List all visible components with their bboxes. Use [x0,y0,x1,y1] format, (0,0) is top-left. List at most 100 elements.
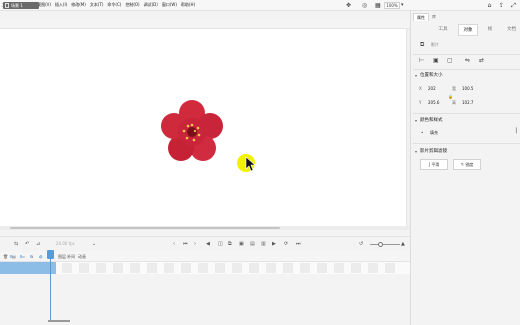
onion-icon[interactable]: ◫ [218,240,223,248]
menu-debug[interactable]: 调试(D) [142,2,160,8]
width-field[interactable]: 100.5 [462,86,473,91]
frame-cell[interactable] [164,263,174,273]
home-icon[interactable]: ⌂ [486,2,493,9]
section-color-style[interactable]: 颜色和样式 [420,117,443,123]
subtab-tools[interactable]: 工具 [433,24,453,36]
chevron-right-icon[interactable]: › [194,240,196,248]
frame-cell[interactable] [130,263,140,273]
menu-insert[interactable]: 插入(I) [53,2,69,8]
grid-icon[interactable]: ▦ [375,2,381,9]
undo-icon[interactable]: ↶ [25,240,29,248]
frame-cell[interactable] [147,263,157,273]
section-filters[interactable]: 影片剪辑滤镜 [420,148,447,154]
frame-cell[interactable] [96,263,106,273]
frame-rate[interactable]: 24.00 fps [56,240,75,248]
timeline-horizontal-scroll-thumb[interactable] [48,320,70,322]
share-icon[interactable]: ⇪ [498,2,505,9]
mountain-icon[interactable]: ▲ [401,240,405,248]
play-icon[interactable]: ▶ [272,240,276,248]
scene-selector[interactable]: 场景 1 [3,2,39,9]
step-back-icon[interactable]: ◀ [206,240,210,248]
swap-icon[interactable]: ⇄ [479,57,484,64]
x-field[interactable]: 202 [428,86,436,91]
flower-symbol[interactable] [161,100,223,161]
frame-cell[interactable] [351,263,361,273]
marker-icon[interactable]: ▥ [261,240,266,248]
timeline-zoom-slider[interactable] [370,244,400,245]
go-last-frame-icon[interactable]: ⏭ [296,240,301,248]
frame-cell[interactable] [232,263,242,273]
flip-icon[interactable]: ⇋ [465,57,470,64]
playhead-handle[interactable] [47,250,54,259]
camera-icon[interactable]: ▣ [239,240,244,248]
width-label: 宽 [452,86,456,91]
frame-cell[interactable] [181,263,191,273]
frame-cell[interactable] [385,263,395,273]
go-first-frame-icon[interactable]: ⏮ [183,240,188,248]
menu-modify[interactable]: 修改(M) [69,2,88,8]
onion-skin-icon[interactable]: ⇆ [14,240,18,248]
smooth-button[interactable]: ʃ 平滑 [420,159,448,170]
lock-icon[interactable]: 🔒 [448,93,453,100]
frame-cell[interactable] [266,263,276,273]
trash-icon[interactable]: 🗑 [3,253,8,260]
frame-cell[interactable] [334,263,344,273]
frame-cell[interactable] [300,263,310,273]
subtab-object[interactable]: 对象 [458,24,478,36]
clip-icon[interactable]: ◎ [362,2,367,9]
snap-icon[interactable]: ✥ [346,2,351,9]
timeline-header: 🗑 ▤ ▭ ⊗ ◉ 图层 补间 动画 [0,251,410,262]
transform-icon[interactable]: ▣ [433,57,439,64]
layer-depth-icon[interactable]: ▤ [250,240,255,248]
section-position-size[interactable]: 位置和大小 [420,72,443,78]
menu-help[interactable]: 帮助(H) [179,2,197,8]
frame-cell[interactable] [113,263,123,273]
menu-text[interactable]: 文本(T) [88,2,106,8]
menu-commands[interactable]: 命令(C) [105,2,123,8]
frame-cell[interactable] [62,263,72,273]
subtab-document[interactable]: 文档 [503,24,520,36]
menu-control[interactable]: 控制(O) [123,2,141,8]
sharpen-button[interactable]: ↰ 锐度 [453,159,481,170]
stage-horizontal-scroll-thumb[interactable] [10,227,280,229]
selected-keyframe-span[interactable] [0,262,56,274]
stage-canvas[interactable] [0,29,406,226]
color-effect-value[interactable]: 填充 [430,130,438,136]
scene-label: 场景 1 [11,3,23,8]
frame-cell[interactable] [215,263,225,273]
playhead[interactable] [50,250,51,322]
chevron-down-icon[interactable]: ▾ [401,2,404,9]
new-layer-icon[interactable]: ▤ [12,253,16,260]
height-label: 高 [452,100,456,105]
divider [413,143,520,144]
frame-cell[interactable] [79,263,89,273]
chevron-down-icon[interactable]: ▾ [415,118,417,123]
height-field[interactable]: 102.7 [462,100,473,105]
menu-window[interactable]: 窗口(W) [160,2,179,8]
chevron-down-icon[interactable]: ▾ [415,73,417,78]
graph-icon[interactable]: ⊿ [36,240,40,248]
frame-cell[interactable] [198,263,208,273]
loop-icon[interactable]: ⟳ [284,240,288,248]
dropdown-edge-icon[interactable]: ▏ [516,128,520,135]
subtab-frame[interactable]: 帧 [483,24,497,36]
timeline-zoom-knob[interactable] [378,242,383,247]
frame-cell[interactable] [317,263,327,273]
y-field[interactable]: 205.6 [428,100,439,105]
fps-dropdown-icon[interactable]: ⌄ [92,240,96,248]
smooth-button-label: 平滑 [431,162,440,167]
zoom-level-field[interactable]: 100% [384,2,400,9]
fit-frames-icon[interactable]: ↺ [359,240,363,248]
chevron-down-icon[interactable]: ▾ [415,149,417,154]
sharpen-icon: ↰ [460,162,465,167]
frame-cell[interactable] [249,263,259,273]
frame-cell[interactable] [368,263,378,273]
chevron-left-icon[interactable]: ‹ [173,240,175,248]
tab-library[interactable]: 库 [429,13,439,21]
expand-icon[interactable]: ⤢ [510,2,517,9]
edit-multiple-icon[interactable]: ⧉ [228,240,232,248]
frame-cell[interactable] [283,263,293,273]
align-icon[interactable]: ⊢ [419,57,424,64]
tab-properties[interactable]: 属性 [413,13,429,21]
arrange-icon[interactable]: ▢ [447,57,453,64]
